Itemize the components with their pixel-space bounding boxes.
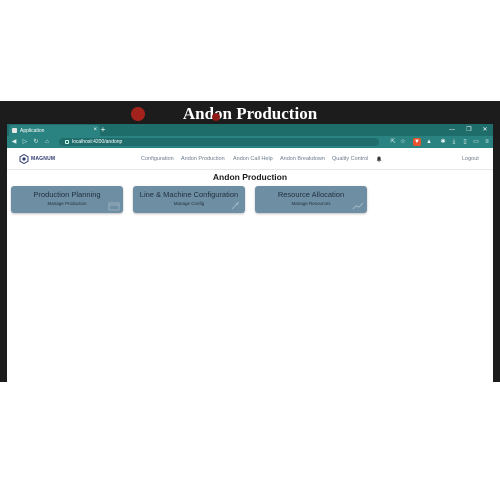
background-decoration: [212, 113, 220, 121]
background-decoration: [131, 107, 145, 121]
card-title: Production Planning: [33, 190, 101, 199]
nav-andon-breakdown[interactable]: Andon Breakdown: [280, 156, 325, 162]
wrench-icon: [231, 201, 240, 210]
share-icon[interactable]: ⇱: [389, 138, 397, 146]
card-production-planning[interactable]: Production Planning Manage Production: [11, 186, 123, 213]
minimize-icon[interactable]: —: [445, 124, 459, 136]
maximize-icon[interactable]: ❐: [462, 124, 476, 136]
app-navbar: MAGNUM Configuration Andon Production An…: [7, 148, 493, 170]
card-title: Line & Machine Configuration: [139, 190, 239, 199]
bookmark-icon[interactable]: ☆: [399, 138, 407, 146]
extensions-icon[interactable]: ✱: [439, 138, 447, 146]
logo[interactable]: MAGNUM: [19, 154, 55, 164]
page-title: Andon Production: [212, 172, 288, 182]
url-text: localhost:4200/andonp: [72, 139, 123, 145]
close-tab-icon[interactable]: ×: [93, 127, 97, 133]
brave-shield-icon[interactable]: ▼: [413, 138, 421, 146]
rewards-icon[interactable]: ▲: [425, 138, 433, 146]
nav-andon-production[interactable]: Andon Production: [181, 156, 225, 162]
address-bar: ◀ ▷ ↻ ⌂ localhost:4200/andonp ⇱ ☆ ▼ ▲ ✱ …: [7, 136, 493, 148]
logout-link[interactable]: Logout: [462, 156, 479, 162]
calendar-icon: [108, 202, 120, 211]
download-icon[interactable]: ⤓: [450, 138, 458, 146]
card-subtitle: Manage Config: [173, 201, 205, 206]
card-subtitle: Manage Production: [47, 201, 87, 206]
browser-window: Application × + — ❐ ✕ ◀ ▷ ↻ ⌂ localhost:…: [7, 124, 493, 382]
menu-icon[interactable]: ≡: [483, 138, 491, 146]
nav-quality-control[interactable]: Quality Control: [332, 156, 368, 162]
nav-andon-call-help[interactable]: Andon Call Help: [233, 156, 273, 162]
card-line-machine-configuration[interactable]: Line & Machine Configuration Manage Conf…: [133, 186, 245, 213]
video-title: Andon Production: [182, 104, 318, 123]
logo-text: MAGNUM: [31, 156, 56, 162]
magnum-logo-icon: [19, 154, 29, 164]
card-resource-allocation[interactable]: Resource Allocation Manage Resources: [255, 186, 367, 213]
sidebar-icon[interactable]: ▯: [461, 138, 469, 146]
browser-tab[interactable]: Application ×: [9, 125, 100, 136]
home-icon[interactable]: ⌂: [42, 136, 52, 148]
close-window-icon[interactable]: ✕: [478, 124, 492, 136]
new-tab-button[interactable]: +: [98, 124, 108, 136]
bell-icon[interactable]: [376, 156, 382, 162]
card-subtitle: Manage Resources: [291, 201, 331, 206]
forward-icon[interactable]: ▷: [20, 136, 30, 148]
back-icon[interactable]: ◀: [9, 136, 19, 148]
frame: Andon Production Application × + — ❐ ✕ ◀…: [0, 0, 500, 500]
site-info-icon[interactable]: [65, 139, 69, 144]
reload-icon[interactable]: ↻: [31, 136, 41, 148]
nav-configuration[interactable]: Configuration: [141, 156, 174, 162]
favicon-icon: [12, 128, 17, 133]
card-title: Resource Allocation: [277, 190, 345, 199]
url-input[interactable]: localhost:4200/andonp: [59, 138, 379, 146]
wallet-icon[interactable]: ▭: [472, 138, 480, 146]
tab-title: Application: [20, 127, 45, 134]
chart-icon: [352, 202, 364, 210]
tab-bar: Application × + — ❐ ✕: [7, 124, 493, 136]
